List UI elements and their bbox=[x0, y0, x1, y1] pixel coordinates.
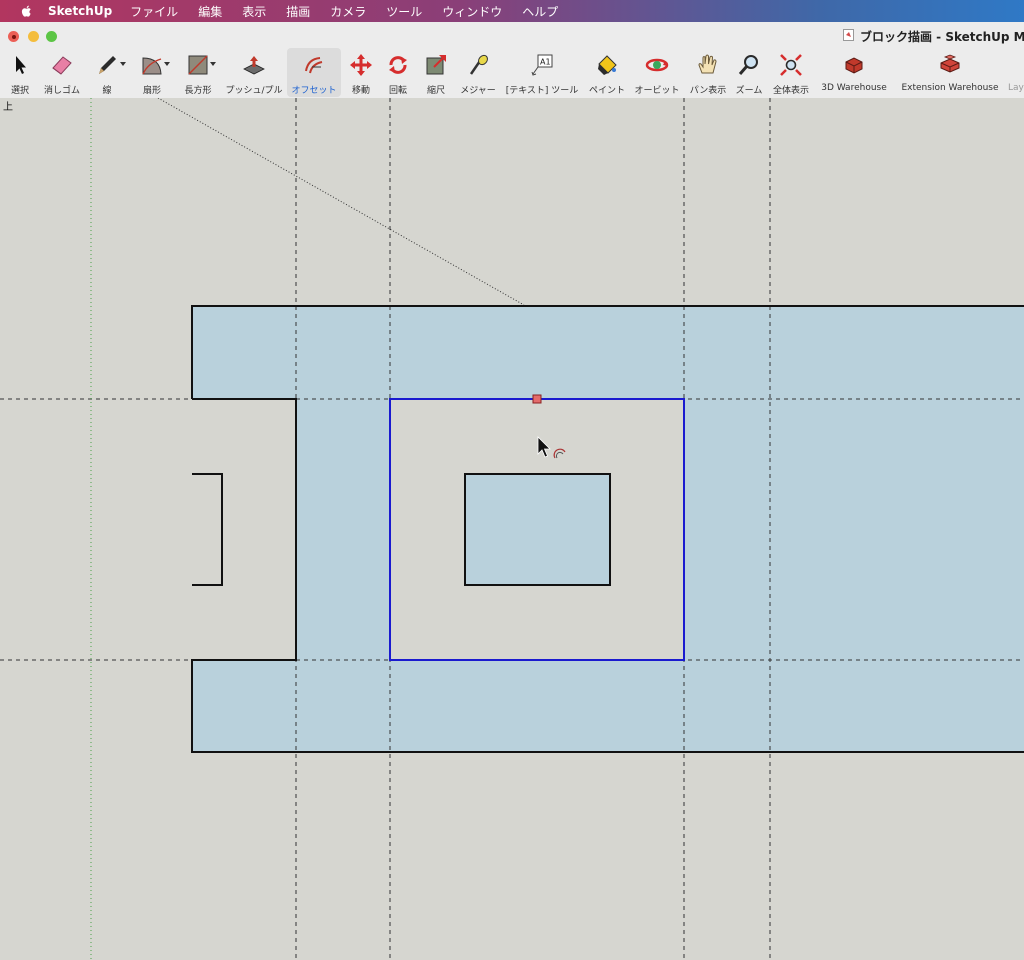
arc-tool-label: 扇形 bbox=[142, 86, 161, 96]
line-tool-label: 線 bbox=[102, 86, 112, 96]
select-tool-label: 選択 bbox=[10, 86, 29, 96]
text-tool-glyph: A1 bbox=[540, 58, 551, 67]
rotate-tool-label: 回転 bbox=[388, 86, 407, 96]
paint-tool-button[interactable]: ペイント bbox=[586, 48, 628, 97]
push-pull-icon bbox=[243, 56, 265, 75]
view-label: 上 bbox=[3, 102, 13, 113]
arrow-pointer-icon bbox=[16, 56, 26, 74]
scale-tool-label: 縮尺 bbox=[426, 86, 445, 96]
rotate-icon bbox=[389, 56, 407, 74]
pie-arc-icon bbox=[142, 57, 162, 75]
menu-draw[interactable]: 描画 bbox=[286, 3, 310, 20]
document-icon bbox=[843, 29, 854, 41]
orbit-tool-label: オービット bbox=[634, 86, 680, 96]
rectangle-tool-dropdown-icon[interactable] bbox=[210, 62, 216, 66]
menu-app-sketchup[interactable]: SketchUp bbox=[48, 4, 112, 18]
menu-window[interactable]: ウィンドウ bbox=[442, 3, 502, 20]
3d-warehouse-icon bbox=[845, 57, 863, 74]
eraser-icon bbox=[52, 56, 72, 75]
extension-warehouse-button[interactable]: Extension Warehouse bbox=[895, 48, 1005, 97]
text-tool-label: [テキスト] ツール bbox=[505, 86, 579, 96]
zoom-tool-button[interactable]: ズーム bbox=[732, 48, 766, 97]
eraser-tool-label: 消しゴム bbox=[43, 86, 80, 96]
menu-help[interactable]: ヘルプ bbox=[522, 3, 558, 20]
layers-icon bbox=[1008, 53, 1024, 77]
rotate-tool-button[interactable]: 回転 bbox=[382, 48, 414, 97]
hand-pan-icon bbox=[698, 54, 717, 74]
window-title-bar: ブロック描画 - SketchUp Mak bbox=[0, 22, 1024, 48]
orbit-tool-button[interactable]: オービット bbox=[632, 48, 682, 97]
zoom-extents-icon bbox=[780, 54, 802, 76]
apple-logo-icon[interactable] bbox=[20, 4, 34, 18]
offset-tool-button[interactable]: オフセット bbox=[287, 48, 341, 97]
rectangle-icon bbox=[188, 55, 208, 75]
large-tool-set-toolbar: 選択 消しゴム 線 扇形 長方形 プッシュ/プル オフセット 移動 回転 縮尺 … bbox=[0, 48, 1024, 99]
layers-button-partial[interactable]: Lay bbox=[1008, 48, 1024, 97]
line-tool-button[interactable]: 線 bbox=[88, 48, 126, 97]
select-tool-button[interactable]: 選択 bbox=[2, 48, 38, 97]
scale-icon bbox=[426, 55, 446, 75]
3d-warehouse-button[interactable]: 3D Warehouse bbox=[816, 48, 892, 97]
tape-measure-icon bbox=[469, 54, 488, 75]
move-tool-label: 移動 bbox=[351, 86, 370, 96]
tape-measure-tool-button[interactable]: メジャー bbox=[456, 48, 500, 97]
close-window-button[interactable] bbox=[8, 31, 19, 42]
zoom-extents-tool-label: 全体表示 bbox=[772, 86, 809, 96]
inner-rectangle-face[interactable] bbox=[465, 474, 610, 585]
zoom-window-button[interactable] bbox=[46, 31, 57, 42]
zoom-extents-tool-button[interactable]: 全体表示 bbox=[770, 48, 812, 97]
paint-tool-label: ペイント bbox=[588, 86, 625, 96]
arc-tool-button[interactable]: 扇形 bbox=[132, 48, 172, 97]
menu-edit[interactable]: 編集 bbox=[198, 3, 222, 20]
layers-label: Lay bbox=[1008, 83, 1024, 93]
line-tool-dropdown-icon[interactable] bbox=[120, 62, 126, 66]
arc-tool-dropdown-icon[interactable] bbox=[164, 62, 170, 66]
magnifier-icon bbox=[738, 55, 758, 75]
minimize-window-button[interactable] bbox=[28, 31, 39, 42]
menu-tools[interactable]: ツール bbox=[386, 3, 422, 20]
eraser-tool-button[interactable]: 消しゴム bbox=[38, 48, 86, 97]
orbit-icon bbox=[645, 58, 669, 72]
3d-warehouse-label: 3D Warehouse bbox=[821, 83, 887, 93]
pan-tool-button[interactable]: パン表示 bbox=[686, 48, 730, 97]
menu-file[interactable]: ファイル bbox=[130, 3, 178, 20]
text-tool-button[interactable]: A1 [テキスト] ツール bbox=[502, 48, 582, 97]
extension-warehouse-icon bbox=[940, 54, 960, 73]
pushpull-tool-label: プッシュ/プル bbox=[225, 86, 283, 96]
offset-icon bbox=[305, 57, 323, 74]
move-tool-button[interactable]: 移動 bbox=[344, 48, 378, 97]
extension-warehouse-label: Extension Warehouse bbox=[901, 83, 999, 93]
pencil-icon bbox=[99, 56, 116, 74]
move-arrows-icon bbox=[350, 54, 372, 76]
midpoint-inference-marker bbox=[532, 394, 542, 404]
tape-measure-tool-label: メジャー bbox=[460, 86, 496, 96]
rectangle-tool-button[interactable]: 長方形 bbox=[178, 48, 218, 97]
menu-bar: SketchUp ファイル 編集 表示 描画 カメラ ツール ウィンドウ ヘルプ bbox=[0, 0, 1024, 22]
text-label-icon: A1 bbox=[531, 54, 553, 76]
pushpull-tool-button[interactable]: プッシュ/プル bbox=[222, 48, 286, 97]
scale-tool-button[interactable]: 縮尺 bbox=[420, 48, 452, 97]
menu-camera[interactable]: カメラ bbox=[330, 3, 366, 20]
rectangle-tool-label: 長方形 bbox=[184, 86, 212, 96]
menu-view[interactable]: 表示 bbox=[242, 3, 266, 20]
drawing-viewport[interactable] bbox=[0, 98, 1024, 960]
paint-bucket-icon bbox=[598, 55, 617, 75]
window-title: ブロック描画 - SketchUp Mak bbox=[860, 30, 1024, 44]
pan-tool-label: パン表示 bbox=[689, 86, 727, 96]
offset-tool-label: オフセット bbox=[291, 86, 337, 96]
zoom-tool-label: ズーム bbox=[735, 86, 763, 96]
